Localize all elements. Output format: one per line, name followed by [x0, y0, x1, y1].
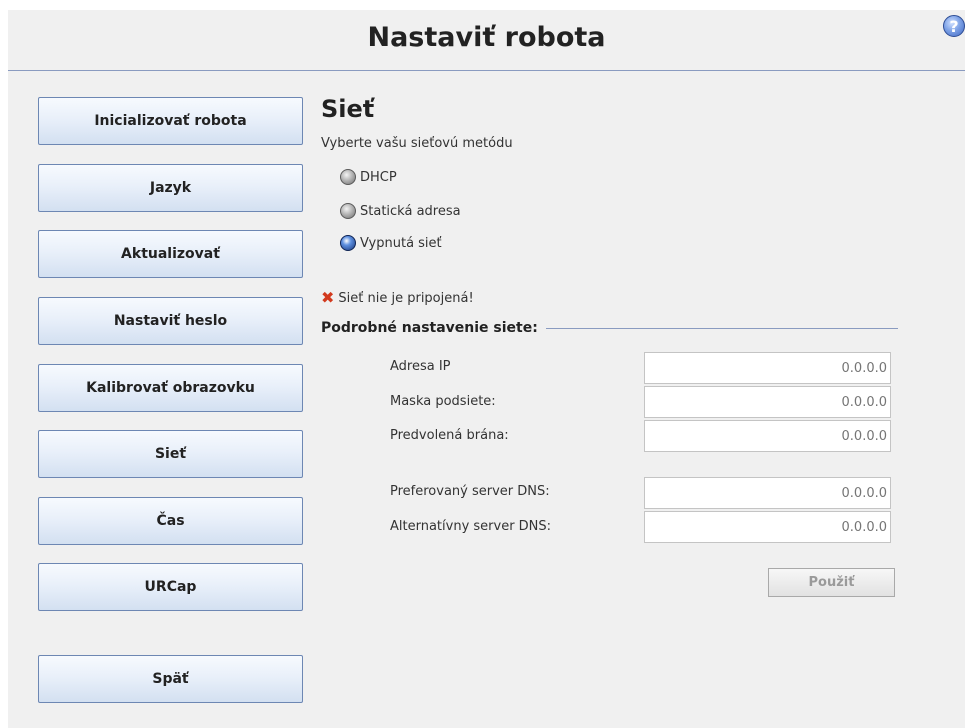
preferred-dns-input[interactable] [644, 477, 891, 509]
sidebar-item-update[interactable]: Aktualizovať [38, 230, 303, 278]
radio-selected-icon[interactable] [340, 235, 356, 251]
sidebar-item-initialize-robot[interactable]: Inicializovať robota [38, 97, 303, 145]
network-status: ✖ Sieť nie je pripojená! [321, 290, 474, 306]
sidebar-item-urcap[interactable]: URCap [38, 563, 303, 611]
default-gateway-label: Predvolená brána: [390, 428, 509, 443]
alternate-dns-input[interactable] [644, 511, 891, 543]
sidebar-item-set-password[interactable]: Nastaviť heslo [38, 297, 303, 345]
radio-label: Statická adresa [360, 203, 461, 219]
section-subtitle: Vyberte vašu sieťovú metódu [321, 136, 513, 151]
sidebar-item-network[interactable]: Sieť [38, 430, 303, 478]
ip-address-label: Adresa IP [390, 359, 451, 374]
sidebar-item-time[interactable]: Čas [38, 497, 303, 545]
subnet-mask-label: Maska podsiete: [390, 394, 496, 409]
back-button[interactable]: Späť [38, 655, 303, 703]
radio-unselected-icon[interactable] [340, 169, 356, 185]
radio-option-static[interactable]: Statická adresa [340, 201, 461, 221]
radio-unselected-icon[interactable] [340, 203, 356, 219]
title-bar: Nastaviť robota ? [8, 10, 965, 71]
question-icon[interactable]: ? [943, 15, 965, 37]
apply-button[interactable]: Použiť [768, 568, 895, 597]
details-title-label: Podrobné nastavenie siete: [321, 320, 538, 336]
error-x-icon: ✖ [321, 288, 335, 307]
subnet-mask-input[interactable] [644, 386, 891, 418]
preferred-dns-label: Preferovaný server DNS: [390, 484, 550, 499]
radio-label: DHCP [360, 169, 397, 185]
radio-label: Vypnutá sieť [360, 235, 442, 251]
details-group-title: Podrobné nastavenie siete: [321, 320, 898, 336]
default-gateway-input[interactable] [644, 420, 891, 452]
status-text: Sieť nie je pripojená! [338, 290, 474, 306]
settings-window: Nastaviť robota ? Inicializovať robota J… [8, 10, 965, 728]
section-title: Sieť [321, 95, 375, 123]
radio-option-disabled[interactable]: Vypnutá sieť [340, 233, 442, 253]
divider-line [545, 327, 898, 329]
alternate-dns-label: Alternatívny server DNS: [390, 519, 552, 534]
sidebar-item-language[interactable]: Jazyk [38, 164, 303, 212]
radio-option-dhcp[interactable]: DHCP [340, 167, 397, 187]
page-title: Nastaviť robota [367, 22, 606, 53]
ip-address-input[interactable] [644, 352, 891, 384]
sidebar-item-calibrate-screen[interactable]: Kalibrovať obrazovku [38, 364, 303, 412]
